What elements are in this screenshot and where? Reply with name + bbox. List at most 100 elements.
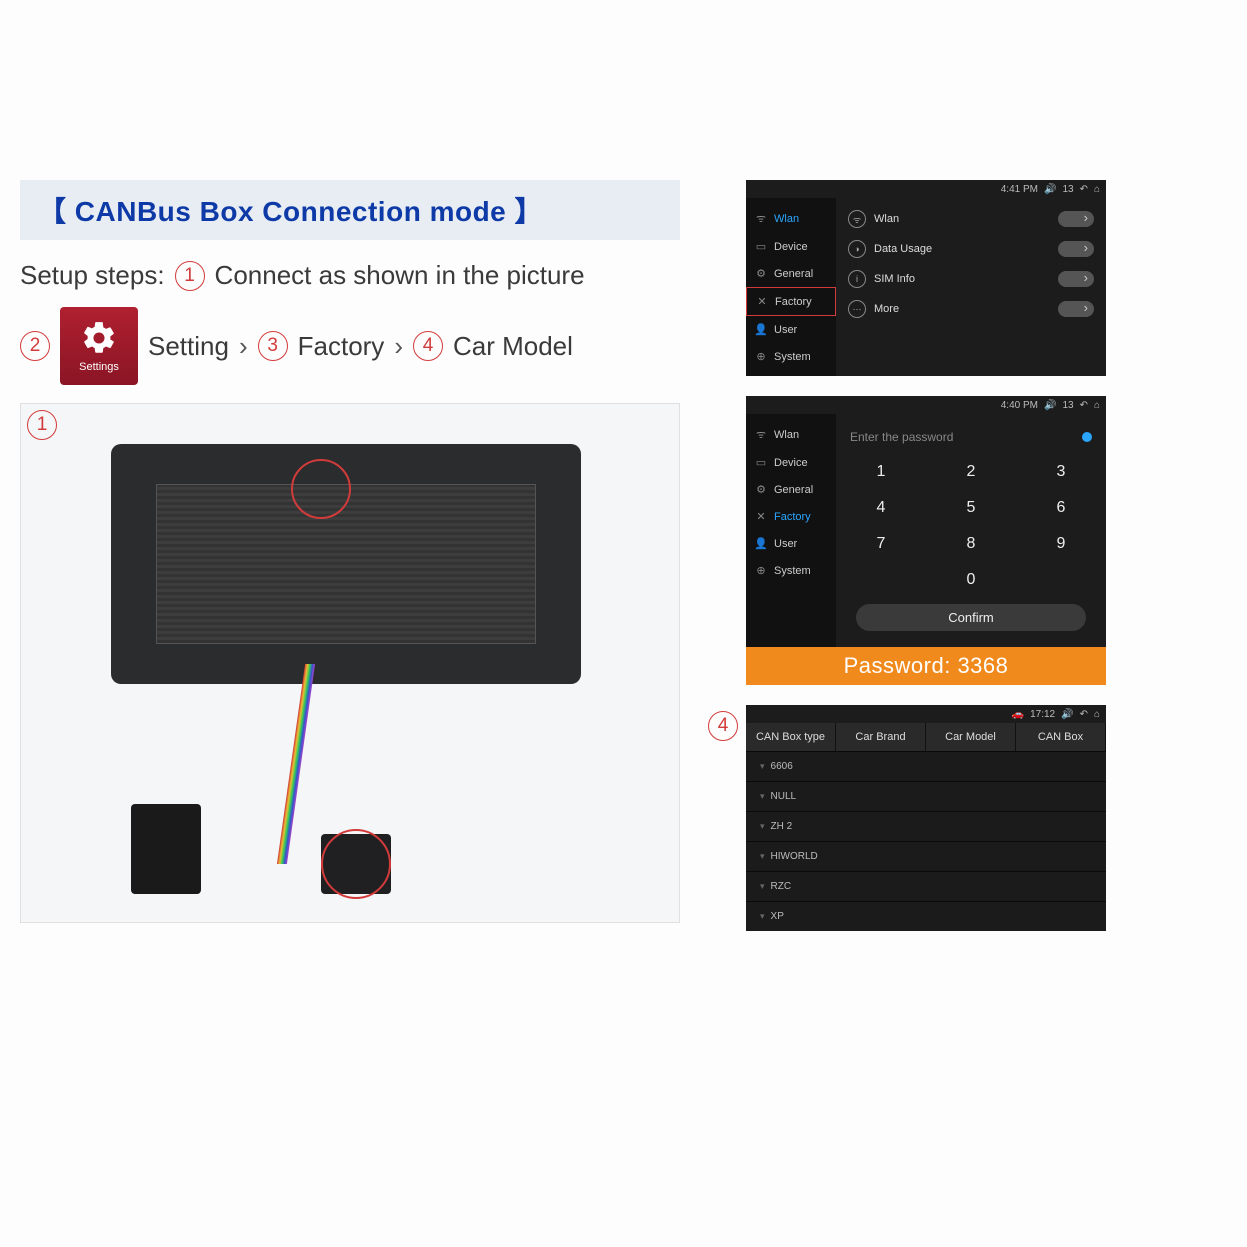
setup-label: Setup steps: [20,260,165,291]
key-4[interactable]: 4 [836,490,926,526]
canbox-tabs: CAN Box type Car Brand Car Model CAN Box [746,723,1106,751]
backspace-icon[interactable] [1082,432,1092,442]
screenshot-step-4: 🚗 17:12 🔊 ↶ ⌂ CAN Box type Car Brand Car… [746,705,1106,931]
settings-row-wlan[interactable]: ᯤWlan [836,204,1106,234]
list-item[interactable]: HIWORLD [746,841,1106,871]
wrench-icon: ✕ [754,510,768,523]
globe-icon: ⊕ [754,350,768,363]
password-banner: Password: 3368 [746,647,1106,685]
step-4-badge: 4 [708,711,738,741]
sidebar-item-device[interactable]: ▭Device [746,449,836,476]
settings-icon-label: Settings [79,361,119,373]
step-2-label: Setting [148,331,229,362]
back-icon[interactable]: ↶ [1080,709,1088,720]
user-icon: 👤 [754,537,768,550]
key-0[interactable]: 0 [926,562,1016,598]
connection-photo: 1 [20,403,680,923]
data-icon: ◑ [848,240,866,258]
sidebar-item-system[interactable]: ⊕System [746,343,836,370]
step-4-label: Car Model [453,331,573,362]
step-4-marker: 4 [413,331,443,361]
list-item[interactable]: ZH 2 [746,811,1106,841]
sidebar-item-factory[interactable]: ✕Factory [746,503,836,530]
settings-row-data-usage[interactable]: ◑Data Usage [836,234,1106,264]
list-item[interactable]: NULL [746,781,1106,811]
sidebar-item-general[interactable]: ⚙General [746,476,836,503]
chevron-right-icon [1058,271,1094,287]
photo-step-1-badge: 1 [27,410,57,440]
password-placeholder: Enter the password [850,430,953,444]
back-icon[interactable]: ↶ [1080,184,1088,195]
setup-path: 2 Settings Setting › 3 Factory › 4 Car M… [20,307,680,385]
step-2-marker: 2 [20,331,50,361]
list-item[interactable]: 6606 [746,751,1106,781]
password-panel: Enter the password 1 2 3 4 5 6 [836,414,1106,647]
sidebar-item-factory[interactable]: ✕Factory [746,287,836,316]
chevron-right-icon [1058,301,1094,317]
sidebar-item-user[interactable]: 👤User [746,316,836,343]
list-item[interactable]: XP [746,901,1106,931]
wrench-icon: ✕ [755,295,769,308]
sidebar-item-user[interactable]: 👤User [746,530,836,557]
back-icon[interactable]: ↶ [1080,400,1088,411]
tab-can-box-type[interactable]: CAN Box type [746,723,836,751]
sidebar-item-wlan[interactable]: ᯤWlan [746,204,836,233]
screenshot-step-2: 4:41 PM 🔊 13 ↶ ⌂ ᯤWlan ▭Device ⚙General … [746,180,1106,376]
screenshot-step-3: 4:40 PM 🔊 13 ↶ ⌂ ᯤWlan ▭Device ⚙General [746,396,1106,647]
list-item[interactable]: RZC [746,871,1106,901]
key-2[interactable]: 2 [926,454,1016,490]
status-bar: 🚗 17:12 🔊 ↶ ⌂ [746,705,1106,723]
key-8[interactable]: 8 [926,526,1016,562]
chevron-right-icon: › [239,331,248,362]
settings-sidebar: ᯤWlan ▭Device ⚙General ✕Factory 👤User ⊕S… [746,414,836,647]
wifi-icon: ᯤ [754,427,768,442]
key-1[interactable]: 1 [836,454,926,490]
home-icon[interactable]: ⌂ [1094,184,1100,195]
settings-row-sim-info[interactable]: iSIM Info [836,264,1106,294]
tab-car-brand[interactable]: Car Brand [836,723,926,751]
wifi-icon: ᯤ [754,211,768,226]
key-blank [1016,562,1106,598]
wifi-icon: ᯤ [848,210,866,228]
key-9[interactable]: 9 [1016,526,1106,562]
numeric-keypad: 1 2 3 4 5 6 7 8 9 0 [836,454,1106,598]
wiring-harness [277,664,315,864]
page-title: 【 CANBus Box Connection mode 】 [38,196,543,227]
tab-can-box[interactable]: CAN Box [1016,723,1106,751]
settings-content: ᯤWlan ◑Data Usage iSIM Info ⋯More [836,198,1106,376]
chevron-right-icon [1058,211,1094,227]
step-1-marker: 1 [175,261,205,291]
step-3-label: Factory [298,331,385,362]
settings-row-more[interactable]: ⋯More [836,294,1106,324]
key-3[interactable]: 3 [1016,454,1106,490]
confirm-button[interactable]: Confirm [856,604,1086,631]
status-bar: 4:41 PM 🔊 13 ↶ ⌂ [746,180,1106,198]
canbox-type-list: 6606 NULL ZH 2 HIWORLD RZC XP [746,751,1106,931]
globe-icon: ⊕ [754,564,768,577]
callout-circle-icon [291,459,351,519]
settings-sidebar: ᯤWlan ▭Device ⚙General ✕Factory 👤User ⊕S… [746,198,836,376]
tab-car-model[interactable]: Car Model [926,723,1016,751]
chevron-right-icon: › [394,331,403,362]
key-7[interactable]: 7 [836,526,926,562]
gear-icon [80,319,118,357]
title-bar: 【 CANBus Box Connection mode 】 [20,180,680,240]
sidebar-item-general[interactable]: ⚙General [746,260,836,287]
device-icon: ▭ [754,456,768,469]
step-1-text: Connect as shown in the picture [215,260,585,291]
more-icon: ⋯ [848,300,866,318]
home-icon[interactable]: ⌂ [1094,709,1100,720]
home-icon[interactable]: ⌂ [1094,400,1100,411]
device-icon: ▭ [754,240,768,253]
key-5[interactable]: 5 [926,490,1016,526]
key-6[interactable]: 6 [1016,490,1106,526]
sidebar-item-device[interactable]: ▭Device [746,233,836,260]
key-blank [836,562,926,598]
status-bar: 4:40 PM 🔊 13 ↶ ⌂ [746,396,1106,414]
sidebar-item-system[interactable]: ⊕System [746,557,836,584]
callout-circle-icon [321,829,391,899]
sidebar-item-wlan[interactable]: ᯤWlan [746,420,836,449]
chevron-right-icon [1058,241,1094,257]
step-3-marker: 3 [258,331,288,361]
iso-connector [131,804,201,894]
